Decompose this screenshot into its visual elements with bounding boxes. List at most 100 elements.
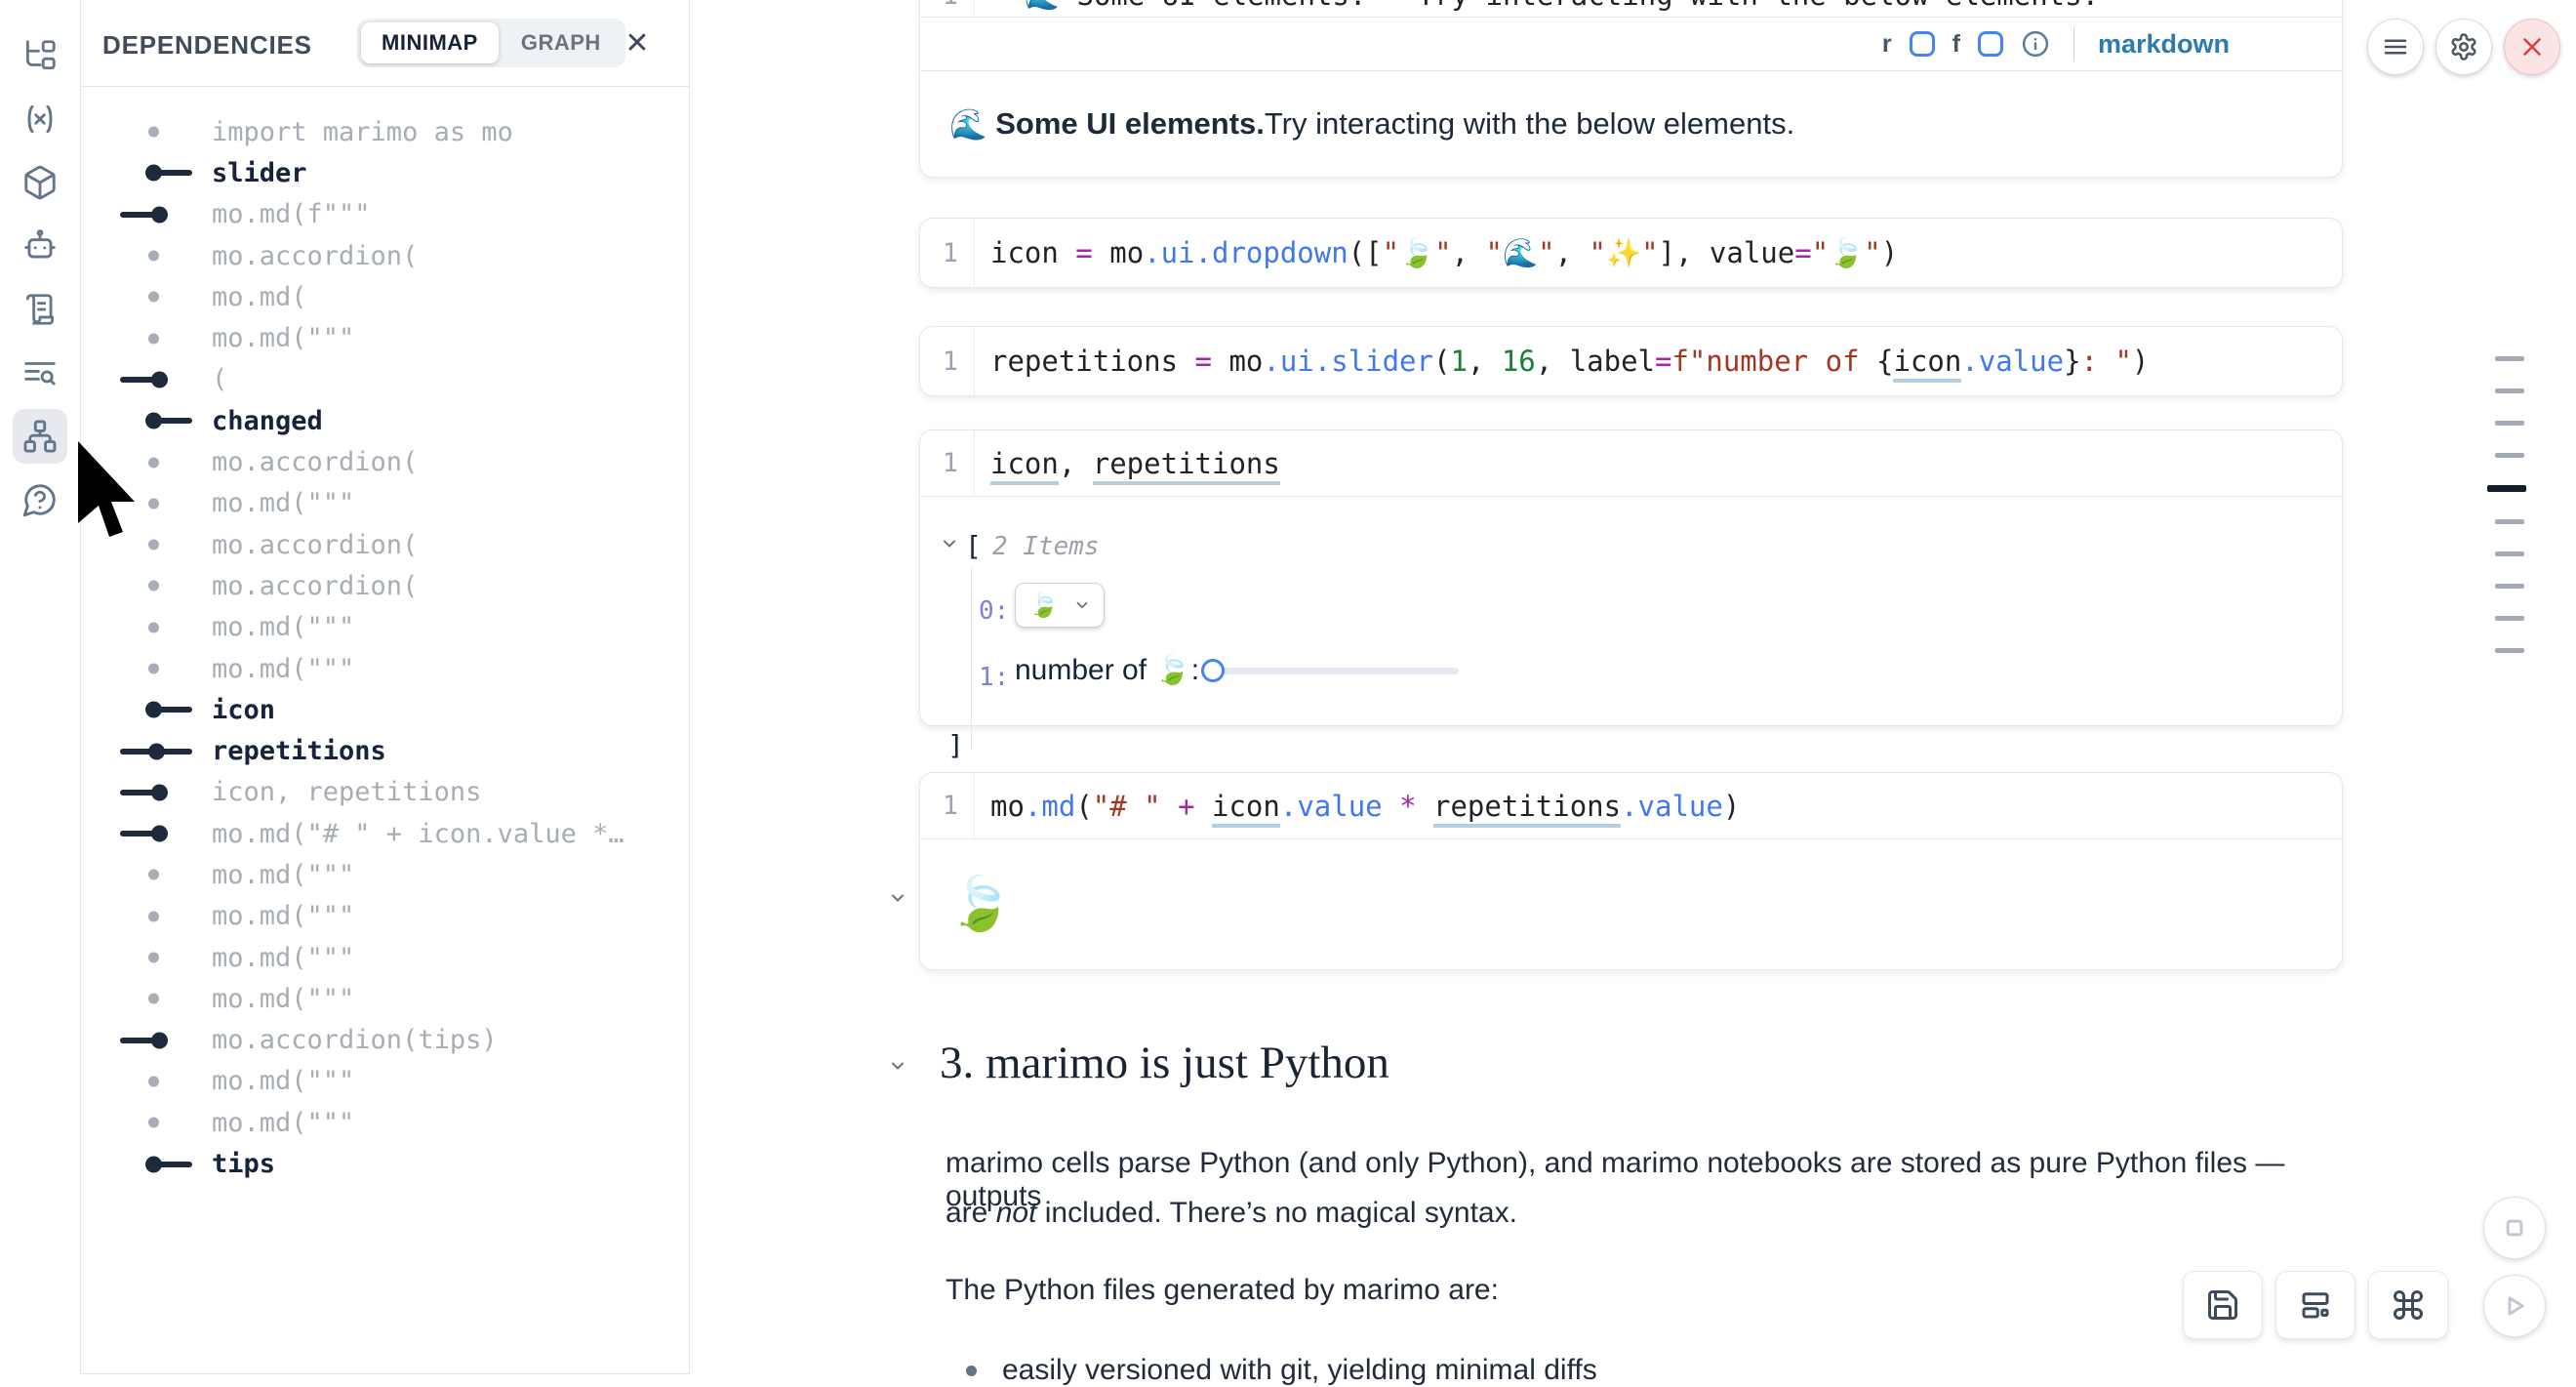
shutdown-button[interactable] — [2504, 19, 2560, 75]
code-line[interactable]: **🌊 Some UI elements.** Try interacting … — [975, 0, 2099, 13]
code-line[interactable]: repetitions = mo.ui.slider(1, 16, label=… — [975, 345, 2149, 378]
variables-icon[interactable] — [13, 92, 67, 146]
minimap-row-label: mo.accordion(tips) — [212, 1025, 498, 1055]
dependency-graph-icon[interactable] — [13, 409, 67, 464]
stop-button[interactable] — [2483, 1197, 2546, 1259]
cell-mark[interactable] — [2495, 584, 2524, 589]
cell-mark[interactable] — [2495, 388, 2524, 393]
minimap-row[interactable]: mo.md("# " + icon.value *… — [81, 813, 689, 854]
minimap-row[interactable]: icon, repetitions — [81, 772, 689, 813]
cell-icon-dropdown: 1 icon = mo.ui.dropdown(["🍃", "🌊", "✨"],… — [919, 218, 2343, 288]
minimap-row[interactable]: mo.accordion(tips) — [81, 1020, 689, 1061]
r-checkbox[interactable] — [1910, 31, 1935, 57]
outline-search-icon[interactable] — [13, 346, 67, 400]
markdown-output: 🌊 Some UI elements. Try interacting with… — [920, 71, 2342, 177]
bullet-dot — [966, 1366, 977, 1376]
play-icon — [2500, 1291, 2529, 1321]
cell-mark[interactable] — [2495, 648, 2524, 653]
minimap-row[interactable]: mo.md(""" — [81, 317, 689, 358]
cell-editor[interactable]: 1 repetitions = mo.ui.slider(1, 16, labe… — [920, 327, 2342, 395]
language-badge[interactable]: markdown — [2098, 29, 2230, 60]
dependency-marker-icon — [120, 648, 212, 689]
minimap-row[interactable]: mo.md(f""" — [81, 194, 689, 235]
cell-mark[interactable] — [2487, 485, 2526, 492]
minimap-row[interactable]: mo.md(""" — [81, 1061, 689, 1102]
minimap-row[interactable]: mo.md( — [81, 276, 689, 317]
minimap-row[interactable]: mo.accordion( — [81, 565, 689, 606]
save-button[interactable] — [2183, 1271, 2263, 1339]
cell-editor[interactable]: 1 **🌊 Some UI elements.** Try interactin… — [920, 0, 2342, 18]
cell-tuple-output: 1 icon, repetitions [ 2 Items 0: 🍃 1: nu… — [919, 429, 2343, 726]
close-panel-icon[interactable]: ✕ — [620, 25, 655, 61]
dependency-marker-icon — [120, 1143, 212, 1184]
cell-mark[interactable] — [2495, 616, 2524, 621]
collapse-cell-icon[interactable] — [888, 888, 907, 908]
collapse-tree-icon[interactable] — [940, 534, 959, 553]
minimap-row[interactable]: import marimo as mo — [81, 111, 689, 152]
minimap-row[interactable]: repetitions — [81, 730, 689, 771]
minimap-row[interactable]: mo.md(""" — [81, 896, 689, 937]
help-icon[interactable] — [13, 472, 67, 527]
run-button[interactable] — [2483, 1275, 2546, 1337]
dependency-marker-icon — [120, 772, 212, 813]
tab-graph[interactable]: GRAPH — [501, 22, 622, 63]
dependency-marker-icon — [120, 937, 212, 978]
menu-button[interactable] — [2367, 19, 2424, 75]
minimap-row[interactable]: mo.md(""" — [81, 978, 689, 1019]
dependency-marker-icon — [120, 813, 212, 854]
settings-button[interactable] — [2435, 19, 2492, 75]
save-icon — [2205, 1287, 2240, 1323]
collapse-section-icon[interactable] — [888, 1056, 907, 1076]
code-line[interactable]: mo.md("# " + icon.value * repetitions.va… — [975, 790, 1740, 823]
cell-editor[interactable]: 1 mo.md("# " + icon.value * repetitions.… — [920, 773, 2342, 839]
tab-minimap[interactable]: MINIMAP — [361, 22, 499, 63]
dependency-marker-icon — [120, 152, 212, 193]
minimap-row-label: mo.md( — [212, 282, 307, 312]
minimap-row[interactable]: mo.md(""" — [81, 607, 689, 648]
minimap-row[interactable]: mo.accordion( — [81, 235, 689, 276]
minimap-row-label: import marimo as mo — [212, 117, 513, 147]
minimap-row[interactable]: icon — [81, 689, 689, 730]
line-number: 1 — [920, 430, 975, 496]
repetitions-slider[interactable] — [1213, 668, 1459, 674]
minimap-row[interactable]: mo.md(""" — [81, 1102, 689, 1143]
cell-mark[interactable] — [2495, 519, 2524, 524]
minimap-row[interactable]: tips — [81, 1143, 689, 1184]
ai-assistant-icon[interactable] — [13, 219, 67, 273]
cell-mark[interactable] — [2495, 551, 2524, 556]
command-icon — [2391, 1287, 2426, 1323]
cell-markdown-intro: 1 **🌊 Some UI elements.** Try interactin… — [919, 0, 2343, 178]
minimap-row[interactable]: mo.md(""" — [81, 648, 689, 689]
snippets-icon[interactable] — [13, 282, 67, 337]
minimap-row[interactable]: changed — [81, 400, 689, 441]
minimap-row[interactable]: mo.md(""" — [81, 854, 689, 895]
info-icon[interactable] — [2021, 29, 2050, 59]
minimap-row[interactable]: ( — [81, 359, 689, 400]
code-line[interactable]: icon, repetitions — [975, 447, 1280, 480]
dependencies-panel: DEPENDENCIES MINIMAP GRAPH ✕ import mari… — [81, 0, 690, 1374]
minimap-row[interactable]: mo.md(""" — [81, 937, 689, 978]
dependency-marker-icon — [120, 730, 212, 771]
fstring-f-label: f — [1952, 30, 1960, 59]
minimap-row-label: mo.accordion( — [212, 241, 418, 271]
mouse-cursor — [74, 441, 176, 554]
line-number: 1 — [920, 219, 975, 287]
file-tree-icon[interactable] — [13, 28, 67, 83]
activity-sidebar — [0, 0, 81, 1374]
cell-mark[interactable] — [2495, 453, 2524, 458]
cell-editor[interactable]: 1 icon, repetitions — [920, 430, 2342, 497]
code-line[interactable]: icon = mo.ui.dropdown(["🍃", "🌊", "✨"], v… — [975, 236, 1898, 270]
layout-button[interactable] — [2275, 1271, 2355, 1339]
icon-dropdown-select[interactable]: 🍃 — [1015, 583, 1105, 628]
packages-icon[interactable] — [13, 155, 67, 210]
minimap-row-label: icon — [212, 695, 275, 725]
slider-thumb[interactable] — [1201, 659, 1225, 682]
reactive-r-label: r — [1882, 30, 1892, 59]
shortcuts-button[interactable] — [2368, 1271, 2448, 1339]
cell-editor[interactable]: 1 icon = mo.ui.dropdown(["🍃", "🌊", "✨"],… — [920, 219, 2342, 287]
cell-mark[interactable] — [2495, 356, 2524, 361]
cell-mark[interactable] — [2495, 421, 2524, 426]
line-number: 1 — [920, 0, 975, 17]
minimap-row[interactable]: slider — [81, 152, 689, 193]
f-checkbox[interactable] — [1978, 31, 2003, 57]
